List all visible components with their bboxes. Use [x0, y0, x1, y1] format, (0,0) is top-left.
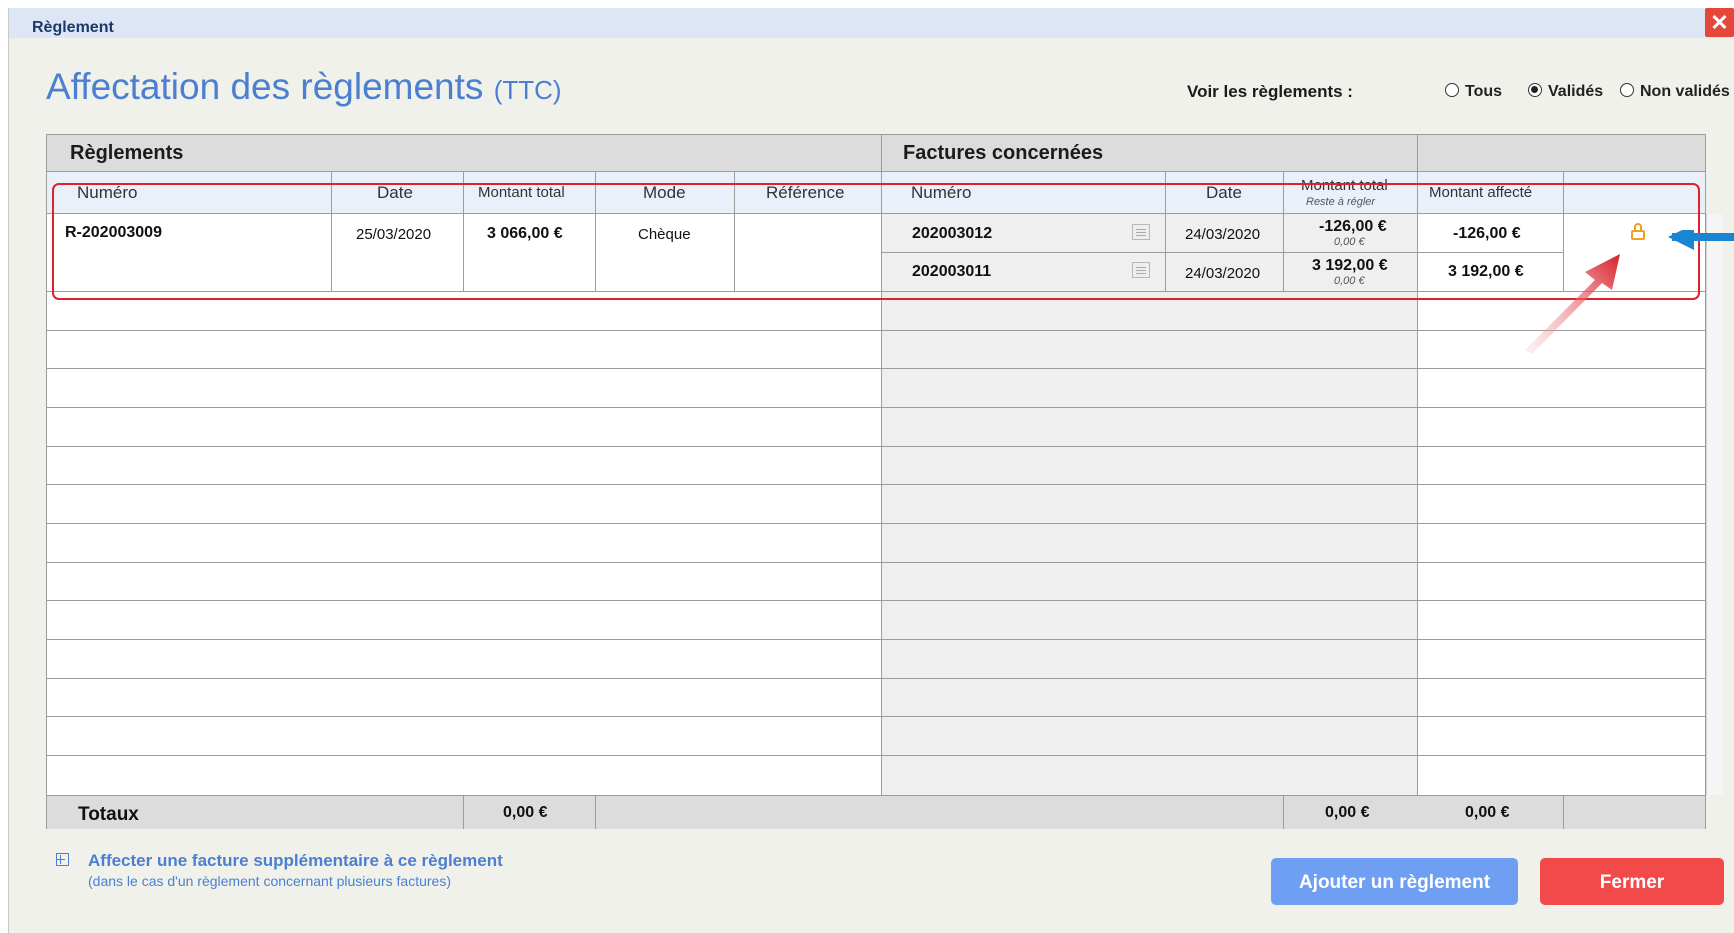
totals-label: Totaux — [78, 804, 139, 825]
row-line — [47, 755, 1705, 756]
row-line — [47, 600, 1705, 601]
close-icon[interactable]: ✕ — [1705, 8, 1734, 37]
radio-label-valides[interactable]: Validés — [1548, 83, 1603, 101]
row-line — [47, 407, 1705, 408]
row-line — [47, 562, 1705, 563]
row-line — [47, 639, 1705, 640]
section-title-factures: Factures concernées — [903, 142, 1104, 164]
radio-valides[interactable] — [1528, 83, 1542, 97]
invoice-column-bg — [881, 214, 1417, 795]
window-title: Règlement — [32, 19, 114, 36]
row-line — [47, 716, 1705, 717]
radio-label-tous[interactable]: Tous — [1465, 83, 1502, 101]
row-line — [47, 678, 1705, 679]
filter-label: Voir les règlements : — [1187, 82, 1353, 101]
radio-tous[interactable] — [1445, 83, 1459, 97]
close-button[interactable]: Fermer — [1540, 858, 1724, 905]
highlight-box — [52, 183, 1700, 300]
add-invoice-link[interactable]: Affecter une facture supplémentaire à ce… — [88, 851, 503, 871]
blue-arrow-head — [1668, 230, 1694, 250]
section-title-reglements: Règlements — [70, 142, 184, 164]
radio-non-valides[interactable] — [1620, 83, 1634, 97]
totals-reglements: 0,00 € — [503, 804, 548, 821]
title-bar — [9, 8, 1734, 38]
totals-factures: 0,00 € — [1325, 804, 1370, 821]
row-line — [47, 523, 1705, 524]
page-title: Affectation des règlements (TTC) — [46, 66, 562, 108]
totals-divider — [1283, 795, 1284, 829]
row-line — [47, 446, 1705, 447]
radio-label-non-valides[interactable]: Non validés — [1640, 83, 1730, 101]
row-line — [47, 368, 1705, 369]
page-title-suffix: (TTC) — [493, 75, 562, 105]
row-line — [47, 330, 1705, 331]
section-header-row — [47, 135, 1705, 172]
totals-row — [47, 795, 1705, 829]
row-line — [47, 484, 1705, 485]
add-invoice-hint: (dans le cas d'un règlement concernant p… — [88, 873, 451, 889]
annotation-arrows — [1525, 230, 1734, 354]
totals-divider — [463, 795, 464, 829]
totals-affecte: 0,00 € — [1465, 804, 1510, 821]
add-payment-button[interactable]: Ajouter un règlement — [1271, 858, 1518, 905]
add-invoice-icon[interactable] — [56, 853, 69, 866]
totals-divider — [595, 795, 596, 829]
page-title-text: Affectation des règlements — [46, 66, 484, 107]
red-arrow — [1525, 254, 1620, 354]
totals-divider — [1563, 795, 1564, 829]
